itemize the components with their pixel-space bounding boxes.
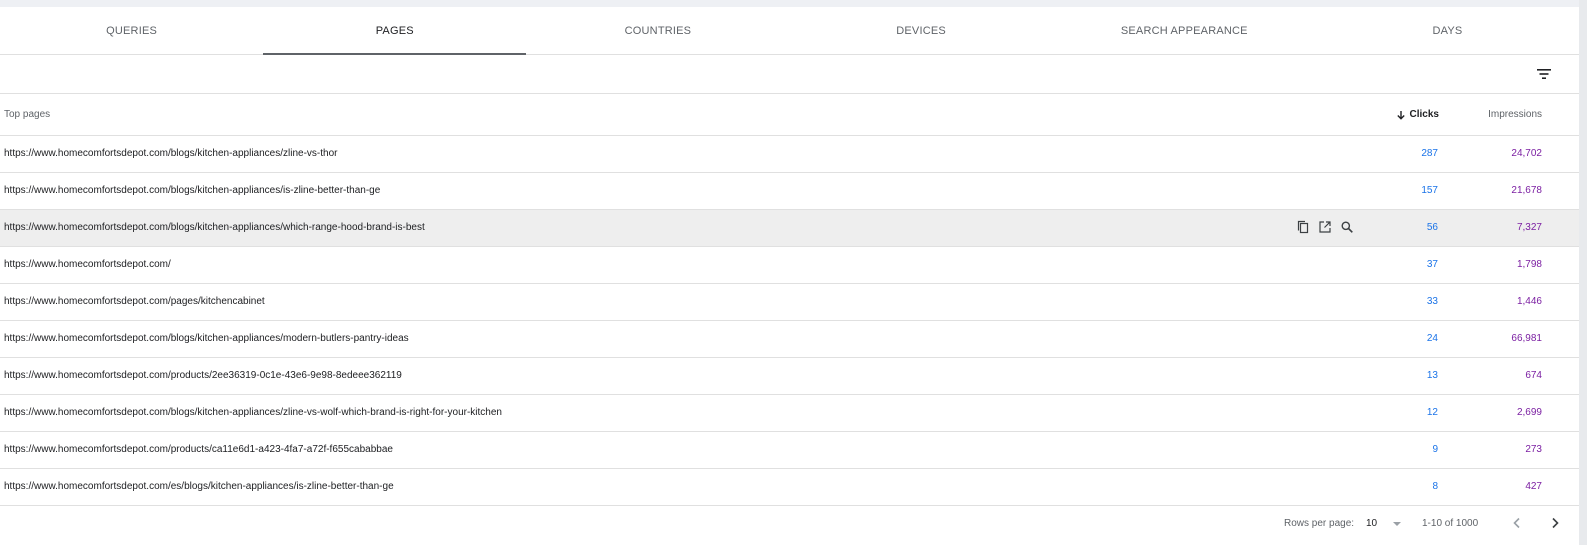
impressions-value: 1,446 (1516, 296, 1542, 307)
table-header: Top pages Clicks Impressions (0, 94, 1579, 136)
clicks-value: 56 (1426, 222, 1438, 233)
page-url[interactable]: https://www.homecomfortsdepot.com/pages/… (4, 284, 265, 320)
performance-table-card: QUERIES PAGES COUNTRIES DEVICES SEARCH A… (0, 7, 1579, 545)
impressions-value: 674 (1525, 370, 1542, 381)
clicks-value: 12 (1426, 407, 1438, 418)
tab-search-appearance[interactable]: SEARCH APPEARANCE (1053, 7, 1316, 54)
column-header-impressions[interactable]: Impressions (1488, 94, 1542, 135)
pagination-range: 1-10 of 1000 (1422, 518, 1479, 529)
rows-per-page-value: 10 (1366, 518, 1378, 529)
impressions-value: 21,678 (1511, 185, 1542, 196)
filter-bar (0, 55, 1579, 94)
impressions-value: 66,981 (1511, 333, 1542, 344)
table-body: https://www.homecomfortsdepot.com/blogs/… (0, 136, 1579, 506)
row-actions (1296, 220, 1354, 234)
clicks-value: 287 (1421, 148, 1438, 159)
tab-queries[interactable]: QUERIES (0, 7, 263, 54)
table-row[interactable]: https://www.homecomfortsdepot.com/produc… (0, 432, 1579, 469)
table-row[interactable]: https://www.homecomfortsdepot.com/blogs/… (0, 321, 1579, 358)
column-header-clicks-label: Clicks (1409, 109, 1439, 120)
page-url[interactable]: https://www.homecomfortsdepot.com/blogs/… (4, 136, 337, 172)
table-row[interactable]: https://www.homecomfortsdepot.com/blogs/… (0, 136, 1579, 173)
tab-countries[interactable]: COUNTRIES (526, 7, 789, 54)
filter-icon[interactable] (1535, 65, 1553, 83)
dropdown-caret-icon (1393, 521, 1402, 526)
table-row[interactable]: https://www.homecomfortsdepot.com/pages/… (0, 284, 1579, 321)
open-in-new-icon[interactable] (1318, 220, 1332, 234)
sort-arrow-down-icon (1396, 110, 1405, 120)
page-url[interactable]: https://www.homecomfortsdepot.com/produc… (4, 358, 402, 394)
impressions-value: 7,327 (1516, 222, 1542, 233)
scrollbar-track[interactable] (1579, 0, 1587, 545)
clicks-value: 33 (1426, 296, 1438, 307)
dimension-tabs: QUERIES PAGES COUNTRIES DEVICES SEARCH A… (0, 7, 1579, 55)
rows-per-page-label: Rows per page: (1284, 518, 1355, 529)
copy-icon[interactable] (1296, 220, 1310, 234)
clicks-value: 24 (1426, 333, 1438, 344)
tab-pages[interactable]: PAGES (263, 7, 527, 55)
page-url[interactable]: https://www.homecomfortsdepot.com/blogs/… (4, 395, 502, 431)
table-row[interactable]: https://www.homecomfortsdepot.com/blogs/… (0, 173, 1579, 210)
column-header-top-pages: Top pages (4, 109, 51, 120)
impressions-value: 1,798 (1516, 259, 1542, 270)
clicks-value: 8 (1432, 481, 1438, 492)
clicks-value: 37 (1426, 259, 1438, 270)
chevron-right-icon[interactable] (1548, 516, 1562, 530)
page-url[interactable]: https://www.homecomfortsdepot.com/blogs/… (4, 210, 425, 246)
table-row[interactable]: https://www.homecomfortsdepot.com/es/blo… (0, 469, 1579, 506)
impressions-value: 24,702 (1511, 148, 1542, 159)
page-url[interactable]: https://www.homecomfortsdepot.com/blogs/… (4, 173, 380, 209)
table-row[interactable]: https://www.homecomfortsdepot.com/produc… (0, 358, 1579, 395)
chevron-left-icon[interactable] (1510, 516, 1524, 530)
clicks-value: 157 (1421, 185, 1438, 196)
tab-devices[interactable]: DEVICES (790, 7, 1053, 54)
inspect-url-search-icon[interactable] (1340, 220, 1354, 234)
impressions-value: 427 (1525, 481, 1542, 492)
table-pagination: Rows per page: 10 1-10 of 1000 (0, 502, 1579, 545)
column-header-clicks[interactable]: Clicks (1396, 94, 1439, 135)
table-row[interactable]: https://www.homecomfortsdepot.com/ 37 1,… (0, 247, 1579, 284)
page-url[interactable]: https://www.homecomfortsdepot.com/es/blo… (4, 469, 394, 505)
clicks-value: 9 (1432, 444, 1438, 455)
table-row-hovered[interactable]: https://www.homecomfortsdepot.com/blogs/… (0, 210, 1579, 247)
tab-days[interactable]: DAYS (1316, 7, 1579, 54)
rows-per-page-select[interactable]: 10 (1366, 502, 1402, 545)
page-url[interactable]: https://www.homecomfortsdepot.com/produc… (4, 432, 393, 468)
table-row[interactable]: https://www.homecomfortsdepot.com/blogs/… (0, 395, 1579, 432)
page-url[interactable]: https://www.homecomfortsdepot.com/blogs/… (4, 321, 409, 357)
impressions-value: 2,699 (1516, 407, 1542, 418)
impressions-value: 273 (1525, 444, 1542, 455)
clicks-value: 13 (1426, 370, 1438, 381)
page-url[interactable]: https://www.homecomfortsdepot.com/ (4, 247, 171, 283)
